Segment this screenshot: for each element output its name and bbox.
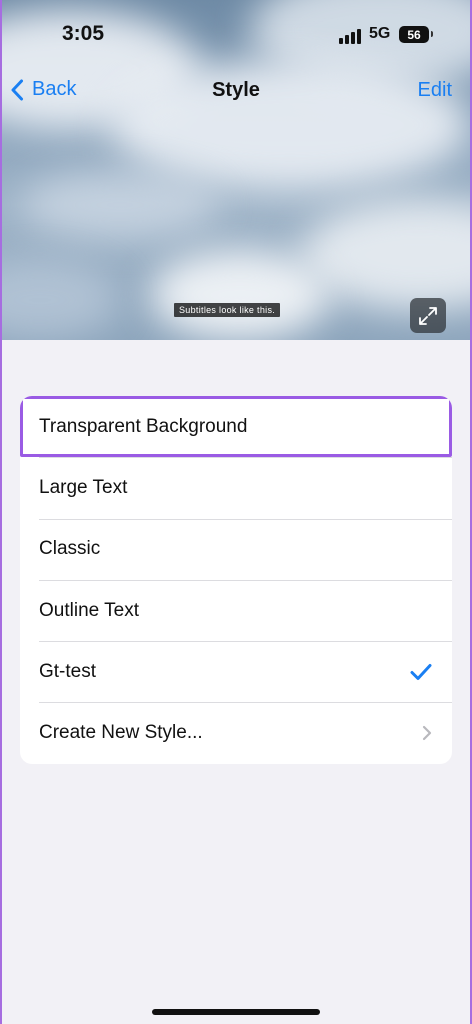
home-indicator[interactable] — [152, 1009, 320, 1015]
style-option-label: Create New Style... — [39, 722, 203, 744]
battery-level: 56 — [407, 27, 421, 42]
style-option-label: Large Text — [39, 476, 128, 498]
expand-button[interactable] — [410, 298, 446, 333]
style-option-label: Transparent Background — [39, 415, 248, 437]
style-option-gt-test[interactable]: Gt-test — [20, 641, 452, 702]
cellular-signal-icon — [339, 28, 361, 44]
edit-button[interactable]: Edit — [418, 79, 452, 102]
style-list: Transparent Background Large Text Classi… — [20, 396, 452, 764]
checkmark-icon — [410, 663, 432, 681]
navigation-bar: Back Style Edit — [0, 70, 472, 114]
subtitle-sample: Subtitles look like this. — [174, 303, 281, 317]
network-type: 5G — [369, 25, 391, 42]
create-new-style-row[interactable]: Create New Style... — [20, 702, 452, 763]
style-option-transparent-background[interactable]: Transparent Background — [20, 396, 452, 458]
subtitle-style-preview: 3:05 5G 56 Back Style Edit Subtitles loo… — [0, 0, 472, 340]
cloud — [0, 260, 120, 340]
style-option-label: Gt-test — [39, 660, 97, 682]
status-time: 3:05 — [62, 22, 105, 45]
style-option-large-text[interactable]: Large Text — [20, 457, 452, 518]
chevron-right-icon — [422, 725, 432, 741]
status-bar: 3:05 5G 56 — [0, 0, 472, 70]
style-option-classic[interactable]: Classic — [20, 518, 452, 580]
style-option-label: Classic — [39, 538, 101, 560]
page-title: Style — [212, 79, 260, 101]
expand-icon — [419, 306, 437, 325]
style-option-outline-text[interactable]: Outline Text — [20, 579, 452, 641]
cloud — [150, 250, 330, 340]
style-option-label: Outline Text — [39, 599, 139, 621]
battery-icon: 56 — [399, 26, 433, 43]
cloud — [20, 170, 220, 240]
